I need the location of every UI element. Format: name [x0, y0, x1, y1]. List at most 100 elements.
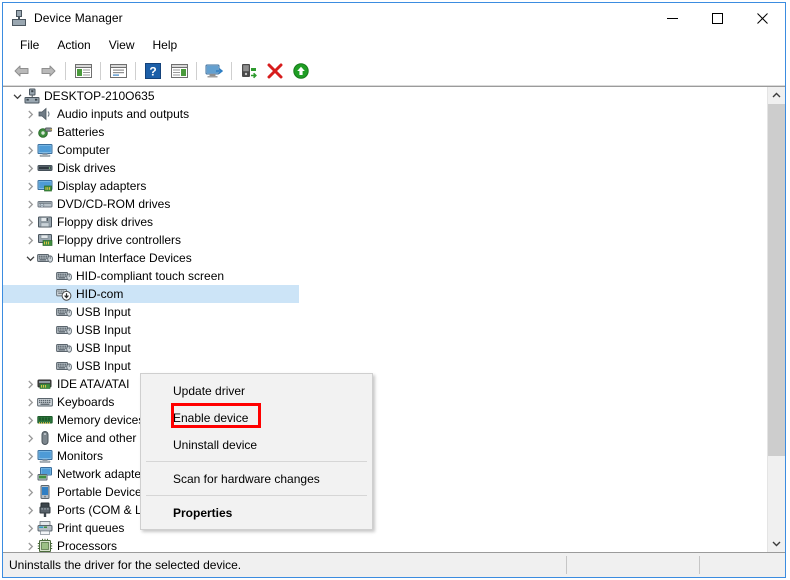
status-divider-1	[566, 556, 567, 574]
menu-view[interactable]: View	[100, 35, 144, 55]
update-driver-icon[interactable]	[236, 59, 262, 83]
maximize-button[interactable]	[695, 3, 740, 33]
hid-device-icon	[56, 304, 72, 320]
tree-row-portable-devices[interactable]: Portable Devices	[3, 483, 768, 501]
chevron-down-icon[interactable]	[24, 254, 37, 263]
monitor-icon	[37, 448, 53, 464]
chevron-right-icon[interactable]	[24, 416, 37, 425]
chevron-right-icon[interactable]	[24, 164, 37, 173]
menu-action[interactable]: Action	[48, 35, 99, 55]
tree-row-usb-input[interactable]: USB Input	[3, 303, 768, 321]
tree-row-label: Print queues	[57, 521, 124, 535]
tree-row-label: IDE ATA/ATAI	[57, 377, 129, 391]
chevron-right-icon[interactable]	[24, 506, 37, 515]
show-hide-console-tree-icon[interactable]	[70, 59, 96, 83]
enable-device-icon[interactable]	[288, 59, 314, 83]
close-button[interactable]	[740, 3, 785, 33]
scan-for-hardware-changes-icon[interactable]	[201, 59, 227, 83]
tree-row-computer[interactable]: Computer	[3, 141, 768, 159]
scroll-up-button[interactable]	[768, 87, 785, 104]
scrollbar-thumb[interactable]	[768, 104, 785, 456]
menu-help[interactable]: Help	[144, 35, 187, 55]
chevron-right-icon[interactable]	[24, 470, 37, 479]
chevron-right-icon[interactable]	[24, 488, 37, 497]
chevron-right-icon[interactable]	[24, 110, 37, 119]
chevron-right-icon[interactable]	[24, 146, 37, 155]
chevron-right-icon[interactable]	[24, 452, 37, 461]
tree-row-root[interactable]: DESKTOP-210O635	[3, 87, 768, 105]
chevron-right-icon[interactable]	[24, 542, 37, 551]
context-menu-item-enable-device[interactable]: Enable device	[141, 404, 372, 431]
tree-row-audio-inputs-and-outputs[interactable]: Audio inputs and outputs	[3, 105, 768, 123]
hid-icon	[37, 250, 53, 266]
device-tree-pane: DESKTOP-210O635 Audio inputs and outputs…	[3, 86, 785, 553]
context-menu-item-label: Scan for hardware changes	[173, 472, 320, 486]
hid-device-icon	[56, 358, 72, 374]
show-hide-action-pane-icon[interactable]	[166, 59, 192, 83]
tree-row-ports-com-lpt[interactable]: Ports (COM & LPT)	[3, 501, 768, 519]
tree-row-hid-com[interactable]: HID-com	[3, 285, 768, 303]
device-manager-window: Device Manager File Action View Help	[2, 2, 786, 578]
mouse-icon	[37, 430, 53, 446]
tree-row-label: Computer	[57, 143, 110, 157]
tree-row-memory-devices[interactable]: Memory devices	[3, 411, 768, 429]
tree-row-human-interface-devices[interactable]: Human Interface Devices	[3, 249, 768, 267]
chevron-right-icon[interactable]	[24, 524, 37, 533]
tree-row-monitors[interactable]: Monitors	[3, 447, 768, 465]
tree-row-usb-input[interactable]: USB Input	[3, 339, 768, 357]
tree-row-disk-drives[interactable]: Disk drives	[3, 159, 768, 177]
device-tree[interactable]: DESKTOP-210O635 Audio inputs and outputs…	[3, 87, 768, 552]
tree-row-network-adapters[interactable]: Network adapters	[3, 465, 768, 483]
scroll-down-button[interactable]	[768, 535, 785, 552]
tree-row-processors[interactable]: Processors	[3, 537, 768, 552]
toolbar-separator	[231, 62, 232, 80]
floppy-disk-icon	[37, 214, 53, 230]
back-arrow-icon[interactable]	[9, 59, 35, 83]
tree-row-floppy-disk-drives[interactable]: Floppy disk drives	[3, 213, 768, 231]
hid-disabled-icon	[56, 286, 72, 302]
tree-row-print-queues[interactable]: Print queues	[3, 519, 768, 537]
chevron-right-icon[interactable]	[24, 200, 37, 209]
hid-device-icon	[56, 322, 72, 338]
context-menu-item-update-driver[interactable]: Update driver	[141, 377, 372, 404]
tree-row-batteries[interactable]: Batteries	[3, 123, 768, 141]
tree-row-usb-input[interactable]: USB Input	[3, 357, 768, 375]
context-menu-item-scan-for-hardware-changes[interactable]: Scan for hardware changes	[141, 465, 372, 492]
context-menu[interactable]: Update driverEnable deviceUninstall devi…	[140, 373, 373, 530]
tree-row-usb-input[interactable]: USB Input	[3, 321, 768, 339]
chevron-right-icon[interactable]	[24, 236, 37, 245]
properties-icon[interactable]	[105, 59, 131, 83]
status-bar: Uninstalls the driver for the selected d…	[3, 553, 785, 577]
tree-row-ide-ata-atai[interactable]: IDE ATA/ATAI	[3, 375, 768, 393]
tree-row-label: Keyboards	[57, 395, 114, 409]
tree-row-mice-and-other-pointing-devices[interactable]: Mice and other pointing devices	[3, 429, 768, 447]
chevron-down-icon[interactable]	[11, 92, 24, 101]
chevron-right-icon[interactable]	[24, 434, 37, 443]
tree-row-label: Audio inputs and outputs	[57, 107, 189, 121]
tree-row-label: USB Input	[76, 359, 131, 373]
minimize-button[interactable]	[650, 3, 695, 33]
tree-row-keyboards[interactable]: Keyboards	[3, 393, 768, 411]
chevron-right-icon[interactable]	[24, 182, 37, 191]
status-divider-2	[699, 556, 700, 574]
chevron-right-icon[interactable]	[24, 380, 37, 389]
context-menu-separator	[146, 461, 367, 462]
processor-icon	[37, 538, 53, 552]
chevron-right-icon[interactable]	[24, 128, 37, 137]
help-icon[interactable]: ?	[140, 59, 166, 83]
tree-row-label: Memory devices	[57, 413, 144, 427]
tree-row-dvd-cd-rom-drives[interactable]: DVD/CD-ROM drives	[3, 195, 768, 213]
tree-row-label: Portable Devices	[57, 485, 148, 499]
chevron-right-icon[interactable]	[24, 218, 37, 227]
tree-row-display-adapters[interactable]: Display adapters	[3, 177, 768, 195]
tree-row-floppy-drive-controllers[interactable]: Floppy drive controllers	[3, 231, 768, 249]
uninstall-device-icon[interactable]	[262, 59, 288, 83]
menu-file[interactable]: File	[11, 35, 48, 55]
context-menu-item-uninstall-device[interactable]: Uninstall device	[141, 431, 372, 458]
forward-arrow-icon[interactable]	[35, 59, 61, 83]
computer-root-icon	[24, 88, 40, 104]
vertical-scrollbar[interactable]	[767, 87, 785, 552]
tree-row-hid-compliant-touch-screen[interactable]: HID-compliant touch screen	[3, 267, 768, 285]
chevron-right-icon[interactable]	[24, 398, 37, 407]
context-menu-item-properties[interactable]: Properties	[141, 499, 372, 526]
